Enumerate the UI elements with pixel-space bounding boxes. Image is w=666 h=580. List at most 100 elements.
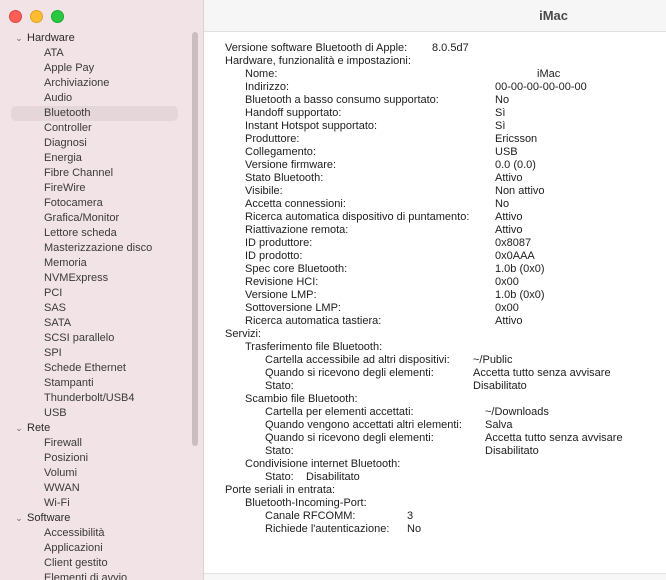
info-label: Stato: bbox=[265, 445, 294, 457]
sidebar-item[interactable]: Posizioni bbox=[0, 451, 190, 466]
info-label: Versione LMP: bbox=[245, 289, 317, 301]
info-label: Servizi: bbox=[225, 328, 262, 340]
sidebar-item[interactable]: SAS bbox=[0, 301, 190, 316]
info-row: Cartella accessibile ad altri dispositiv… bbox=[265, 354, 450, 367]
info-label: Richiede l'autenticazione: bbox=[265, 523, 390, 535]
info-label: Canale RFCOMM: bbox=[265, 510, 356, 522]
sidebar-scrollbar[interactable] bbox=[192, 32, 198, 446]
chevron-down-icon[interactable]: ⌄ bbox=[14, 511, 24, 526]
info-value: Ericsson bbox=[495, 133, 538, 145]
bottom-bar bbox=[204, 573, 666, 580]
zoom-window-button[interactable] bbox=[51, 10, 64, 23]
sidebar-item[interactable]: Grafica/Monitor bbox=[0, 211, 190, 226]
info-row: Quando si ricevono degli elementi: bbox=[265, 432, 434, 445]
sidebar-item[interactable]: Bluetooth bbox=[11, 106, 178, 121]
sidebar: ⌄ Hardware ATA Apple Pay Archiviazione Audio B… bbox=[0, 0, 204, 580]
sidebar-item[interactable]: USB bbox=[0, 406, 190, 421]
sidebar-item[interactable]: Energia bbox=[0, 151, 190, 166]
info-row: Bluetooth-Incoming-Port: bbox=[245, 497, 367, 510]
info-value: Accetta tutto senza avvisare bbox=[473, 367, 611, 379]
info-value: Non attivo bbox=[495, 185, 545, 197]
sidebar-item[interactable]: ATA bbox=[0, 46, 190, 61]
info-value: Attivo bbox=[495, 211, 523, 223]
info-value: 0x00 bbox=[495, 276, 519, 288]
info-label: Hardware, funzionalità e impostazioni: bbox=[225, 55, 411, 67]
sidebar-item[interactable]: Volumi bbox=[0, 466, 190, 481]
info-value: 3 bbox=[407, 510, 414, 522]
sidebar-item[interactable]: WWAN bbox=[0, 481, 190, 496]
info-label: Spec core Bluetooth: bbox=[245, 263, 348, 275]
info-value: Sì bbox=[495, 120, 506, 132]
sidebar-item[interactable]: Wi-Fi bbox=[0, 496, 190, 511]
info-row: Condivisione internet Bluetooth: bbox=[245, 458, 400, 471]
window-title: iMac bbox=[539, 8, 568, 23]
sidebar-group-2[interactable]: ⌄ Software bbox=[0, 511, 190, 526]
sidebar-item[interactable]: Stampanti bbox=[0, 376, 190, 391]
info-value: Attivo bbox=[495, 172, 523, 184]
sidebar-item[interactable]: Firewall bbox=[0, 436, 190, 451]
info-value: USB bbox=[495, 146, 518, 158]
sidebar-item[interactable]: Client gestito bbox=[0, 556, 190, 571]
info-label: Condivisione internet Bluetooth: bbox=[245, 458, 401, 470]
info-row: Sottoversione LMP: bbox=[245, 302, 341, 315]
sidebar-item[interactable]: Apple Pay bbox=[0, 61, 190, 76]
minimize-window-button[interactable] bbox=[30, 10, 43, 23]
sidebar-item[interactable]: Audio bbox=[0, 91, 190, 106]
info-row: Servizi: bbox=[225, 328, 261, 341]
sidebar-item[interactable]: Lettore scheda bbox=[0, 226, 190, 241]
info-row: Porte seriali in entrata: bbox=[225, 484, 335, 497]
info-label: Revisione HCI: bbox=[245, 276, 319, 288]
info-row: Versione firmware: bbox=[245, 159, 336, 172]
info-value: No bbox=[495, 198, 510, 210]
info-label: Cartella per elementi accettati: bbox=[265, 406, 414, 418]
info-row: Versione LMP: bbox=[245, 289, 317, 302]
sidebar-item[interactable]: SATA bbox=[0, 316, 190, 331]
sidebar-item[interactable]: Diagnosi bbox=[0, 136, 190, 151]
info-row: Nome: bbox=[245, 68, 277, 81]
sidebar-item[interactable]: Applicazioni bbox=[0, 541, 190, 556]
info-label: ID prodotto: bbox=[245, 250, 303, 262]
sidebar-item[interactable]: Schede Ethernet bbox=[0, 361, 190, 376]
sidebar-tree: ⌄ Hardware ATA Apple Pay Archiviazione Audio B… bbox=[0, 31, 190, 580]
chevron-down-icon[interactable]: ⌄ bbox=[14, 31, 24, 46]
info-label: Ricerca automatica dispositivo di puntam… bbox=[245, 211, 470, 223]
close-window-button[interactable] bbox=[9, 10, 22, 23]
sidebar-item[interactable]: Fibre Channel bbox=[0, 166, 190, 181]
info-row: Stato: bbox=[265, 445, 294, 458]
info-label: Porte seriali in entrata: bbox=[225, 484, 336, 496]
info-label: Collegamento: bbox=[245, 146, 316, 158]
info-value: 00-00-00-00-00-00 bbox=[495, 81, 587, 93]
sidebar-item[interactable]: Thunderbolt/USB4 bbox=[0, 391, 190, 406]
info-label: Sottoversione LMP: bbox=[245, 302, 341, 314]
sidebar-item[interactable]: FireWire bbox=[0, 181, 190, 196]
info-label: Cartella accessibile ad altri dispositiv… bbox=[265, 354, 450, 366]
info-label: Versione firmware: bbox=[245, 159, 337, 171]
sidebar-item[interactable]: SPI bbox=[0, 346, 190, 361]
info-row: Cartella per elementi accettati: bbox=[265, 406, 414, 419]
chevron-down-icon[interactable]: ⌄ bbox=[14, 421, 24, 436]
sidebar-item[interactable]: SCSI parallelo bbox=[0, 331, 190, 346]
sidebar-item[interactable]: PCI bbox=[0, 286, 190, 301]
sidebar-item[interactable]: Archiviazione bbox=[0, 76, 190, 91]
sidebar-group-1[interactable]: ⌄ Rete bbox=[0, 421, 190, 436]
info-label: Nome: bbox=[245, 68, 278, 80]
info-value: 1.0b (0x0) bbox=[495, 289, 545, 301]
sidebar-item[interactable]: Controller bbox=[0, 121, 190, 136]
info-row: Accetta connessioni: bbox=[245, 198, 346, 211]
info-value: Attivo bbox=[495, 315, 523, 327]
sidebar-item[interactable]: Masterizzazione disco bbox=[0, 241, 190, 256]
info-label: Quando vengono accettati altri elementi: bbox=[265, 419, 462, 431]
info-label: Stato Bluetooth: bbox=[245, 172, 324, 184]
info-value: 8.0.5d7 bbox=[432, 42, 469, 54]
info-row: Ricerca automatica dispositivo di puntam… bbox=[245, 211, 469, 224]
sidebar-item[interactable]: NVMExpress bbox=[0, 271, 190, 286]
info-label: Versione software Bluetooth di Apple: bbox=[225, 42, 408, 54]
sidebar-item[interactable]: Memoria bbox=[0, 256, 190, 271]
sidebar-item[interactable]: Elementi di avvio bbox=[0, 571, 190, 580]
sidebar-group-label: Rete bbox=[27, 422, 51, 434]
sidebar-group-0[interactable]: ⌄ Hardware bbox=[0, 31, 190, 46]
sidebar-item[interactable]: Accessibilità bbox=[0, 526, 190, 541]
sidebar-item[interactable]: Fotocamera bbox=[0, 196, 190, 211]
info-row: Canale RFCOMM: bbox=[265, 510, 355, 523]
info-value: iMac bbox=[537, 68, 561, 80]
